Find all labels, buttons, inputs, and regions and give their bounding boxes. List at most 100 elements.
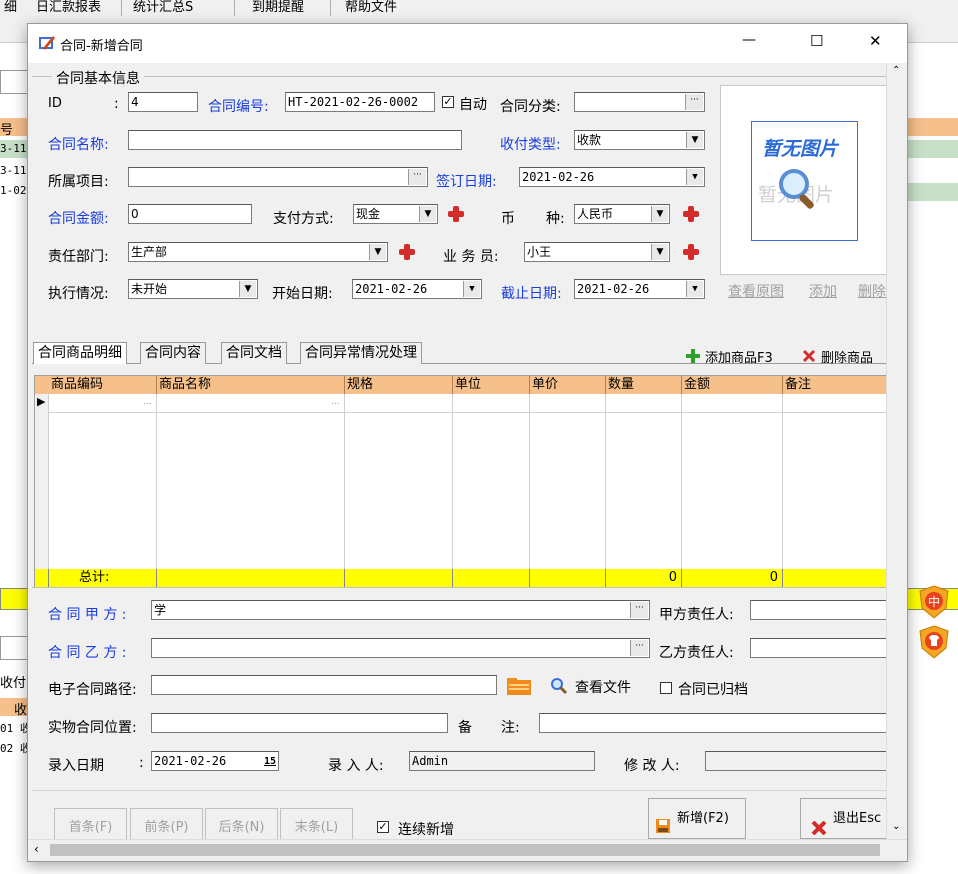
bg-menu-expiry[interactable]: 到期提醒 [252, 0, 304, 15]
bg-menu-help[interactable]: 帮助文件 [345, 0, 397, 15]
end-date-label: 截止日期: [501, 286, 562, 302]
staff-label: 业 务 员: [443, 249, 499, 265]
next-record-button[interactable]: 后条(N) [205, 808, 278, 839]
delete-image-link[interactable]: 删除 [858, 281, 886, 301]
prev-record-button[interactable]: 前条(P) [130, 808, 203, 839]
scroll-up-icon[interactable]: ⌃ [892, 65, 900, 76]
chevron-down-icon[interactable]: ▼ [686, 169, 703, 185]
party-a-browse-button[interactable]: ··· [630, 602, 648, 618]
new-button[interactable]: 新增(F2) [648, 798, 746, 839]
start-date-picker[interactable]: 2021-02-26 ▼ [352, 279, 482, 299]
chevron-down-icon[interactable]: ▼ [239, 281, 256, 297]
party-b-resp-field[interactable] [750, 638, 886, 658]
tab-contract-exceptions[interactable]: 合同异常情况处理 [300, 342, 422, 364]
auto-checkbox[interactable]: ✓ [442, 96, 454, 108]
name-cell-ellipsis[interactable]: ... [331, 397, 340, 407]
entry-date-colon: : [139, 755, 144, 771]
minimize-icon[interactable]: — [742, 32, 756, 48]
delete-item-button[interactable]: 删除商品 [821, 347, 873, 366]
close-icon[interactable]: ✕ [869, 32, 882, 50]
category-browse-button[interactable]: ··· [685, 94, 703, 110]
shield-badge-icon[interactable]: 中 [918, 584, 950, 620]
search-icon[interactable] [550, 677, 568, 695]
staff-select[interactable]: 小王 ▼ [524, 242, 670, 262]
bg-menu-daily-report[interactable]: 日汇款报表 [36, 0, 101, 15]
code-cell-ellipsis[interactable]: ... [143, 397, 152, 407]
archived-checkbox[interactable] [660, 682, 672, 694]
folder-browse-icon[interactable] [506, 675, 532, 697]
col-header-name[interactable]: 商品名称 [157, 376, 345, 394]
scroll-left-icon[interactable]: ‹ [34, 842, 39, 856]
tab-contract-content[interactable]: 合同内容 [140, 342, 206, 364]
contract-name-field[interactable] [128, 130, 462, 150]
chevron-down-icon[interactable]: ▼ [686, 132, 703, 148]
dept-select[interactable]: 生产部 ▼ [128, 242, 388, 262]
col-header-price[interactable]: 单价 [530, 376, 606, 394]
continuous-add-checkbox[interactable]: ✓ [377, 821, 389, 833]
view-original-link[interactable]: 查看原图 [728, 281, 784, 301]
pay-method-select[interactable]: 现金 ▼ [353, 204, 438, 224]
chevron-down-icon[interactable]: ▼ [463, 281, 480, 297]
col-header-amount[interactable]: 金额 [682, 376, 783, 394]
entry-date-picker[interactable]: 2021-02-26 15 [151, 751, 279, 771]
econtract-path-field[interactable] [151, 675, 497, 695]
end-date-picker[interactable]: 2021-02-26 ▼ [574, 279, 705, 299]
col-header-spec[interactable]: 规格 [345, 376, 453, 394]
col-header-qty[interactable]: 数量 [606, 376, 682, 394]
chevron-down-icon[interactable]: ▼ [651, 244, 668, 260]
contract-image-panel[interactable]: 暂无图片 暂无图片 [720, 85, 886, 275]
remark-field[interactable] [539, 713, 886, 733]
add-pay-method-icon[interactable] [448, 206, 464, 222]
horizontal-scroll-thumb[interactable] [50, 844, 880, 856]
calendar-icon[interactable]: 15 [264, 753, 276, 770]
currency-select[interactable]: 人民币 ▼ [574, 204, 670, 224]
vertical-scrollbar[interactable]: ⌃ ⌄ [886, 63, 907, 839]
bg-menu-detail[interactable]: 细 [4, 0, 17, 15]
id-field[interactable]: 4 [128, 92, 198, 112]
shield-shirt-icon[interactable] [918, 624, 950, 660]
chevron-down-icon[interactable]: ▼ [651, 206, 668, 222]
party-b-field[interactable]: ··· [151, 638, 650, 658]
bg-left-row-text: 3-11 [0, 142, 27, 155]
no-image-placeholder: 暂无图片 暂无图片 [751, 121, 858, 241]
view-file-button[interactable]: 查看文件 [575, 677, 631, 697]
col-header-unit[interactable]: 单位 [453, 376, 530, 394]
col-header-code[interactable]: 商品编码 [49, 376, 157, 394]
items-grid[interactable]: 商品编码 商品名称 规格 单位 单价 数量 金额 备注 ▶ ... ... 总计… [34, 375, 886, 588]
sign-date-picker[interactable]: 2021-02-26 ▼ [519, 167, 705, 187]
physical-location-field[interactable] [151, 713, 448, 733]
add-staff-icon[interactable] [683, 244, 699, 260]
add-item-button[interactable]: 添加商品F3 [705, 347, 773, 366]
project-field[interactable]: ··· [128, 167, 428, 187]
tab-contract-items[interactable]: 合同商品明细 [33, 342, 127, 364]
tab-contract-documents[interactable]: 合同文档 [221, 342, 287, 364]
pay-type-select[interactable]: 收款 ▼ [574, 130, 705, 150]
add-currency-icon[interactable] [683, 206, 699, 222]
contract-amount-field[interactable]: 0 [128, 204, 252, 224]
add-dept-icon[interactable] [399, 244, 415, 260]
horizontal-scrollbar[interactable]: ‹ [28, 839, 907, 861]
currency-label-part2: 种: [546, 211, 565, 227]
add-image-link[interactable]: 添加 [809, 281, 837, 301]
party-a-resp-field[interactable] [750, 600, 886, 620]
first-record-button[interactable]: 首条(F) [54, 808, 127, 839]
col-header-remark[interactable]: 备注 [783, 376, 886, 394]
bg-right-row [906, 183, 958, 201]
status-select[interactable]: 未开始 ▼ [128, 279, 258, 299]
chevron-down-icon[interactable]: ▼ [419, 206, 436, 222]
chevron-down-icon[interactable]: ▼ [686, 281, 703, 297]
party-b-browse-button[interactable]: ··· [630, 640, 648, 656]
dialog-titlebar[interactable]: 合同-新增合同 — ☐ ✕ [28, 24, 907, 62]
exit-button[interactable]: 退出Esc [800, 798, 886, 839]
scroll-down-icon[interactable]: ⌄ [892, 821, 900, 832]
party-a-field[interactable]: 学 ··· [151, 600, 650, 620]
add-green-plus-icon[interactable] [685, 348, 701, 364]
delete-x-icon[interactable] [802, 349, 816, 363]
bg-menu-summary[interactable]: 统计汇总S [133, 0, 193, 15]
chevron-down-icon[interactable]: ▼ [369, 244, 386, 260]
project-browse-button[interactable]: ··· [408, 169, 426, 185]
category-field[interactable]: ··· [574, 92, 705, 112]
maximize-icon[interactable]: ☐ [810, 32, 823, 50]
last-record-button[interactable]: 末条(L) [280, 808, 353, 839]
contract-no-field[interactable]: HT-2021-02-26-0002 [285, 92, 435, 112]
